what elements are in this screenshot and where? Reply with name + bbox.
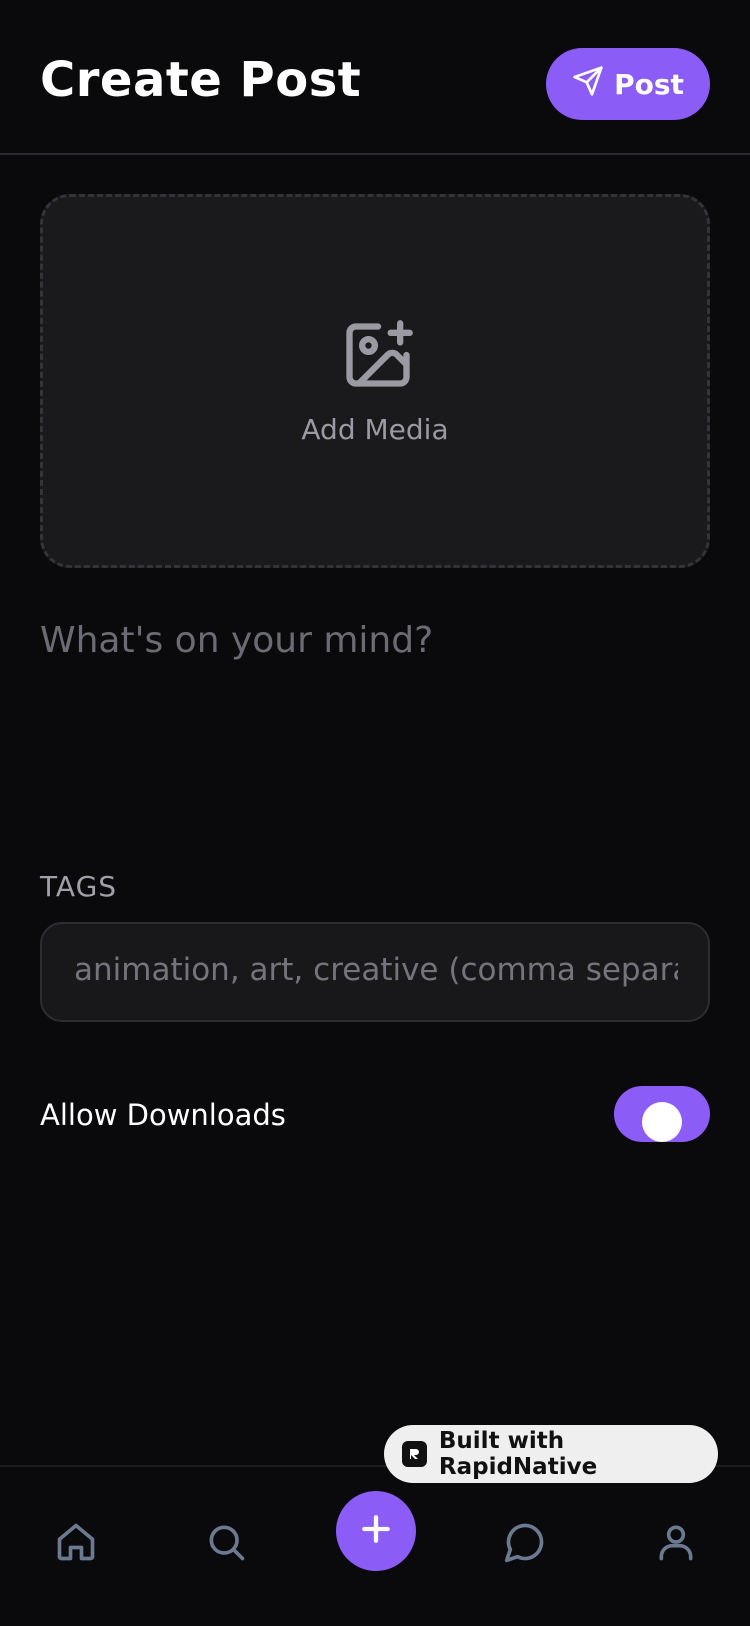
search-icon[interactable] — [191, 1507, 261, 1577]
built-with-badge[interactable]: Built with RapidNative — [384, 1425, 718, 1483]
header: Create Post Post — [0, 0, 750, 155]
post-button-label: Post — [614, 67, 684, 101]
send-icon — [572, 65, 604, 104]
bottom-nav — [0, 1465, 750, 1626]
allow-downloads-toggle[interactable] — [614, 1086, 710, 1142]
home-icon[interactable] — [41, 1507, 111, 1577]
tags-input[interactable]: animation, art, creative (comma separate… — [40, 922, 710, 1022]
caption-input[interactable]: What's on your mind? — [40, 620, 433, 661]
add-media-label: Add Media — [301, 413, 449, 446]
badge-label: Built with RapidNative — [438, 1428, 598, 1480]
add-media-dropzone[interactable]: Add Media — [40, 194, 710, 568]
toggle-knob — [642, 1102, 682, 1142]
chat-icon[interactable] — [490, 1507, 560, 1577]
image-plus-icon — [340, 317, 416, 397]
page-title: Create Post — [40, 52, 362, 108]
plus-icon — [356, 1509, 396, 1553]
rapidnative-logo-icon — [402, 1441, 427, 1467]
create-post-fab[interactable] — [336, 1491, 416, 1571]
tags-label: TAGS — [40, 870, 118, 903]
allow-downloads-label: Allow Downloads — [40, 1098, 286, 1132]
profile-icon[interactable] — [641, 1507, 711, 1577]
post-button[interactable]: Post — [546, 48, 710, 120]
tags-placeholder: animation, art, creative (comma separate… — [74, 952, 678, 988]
